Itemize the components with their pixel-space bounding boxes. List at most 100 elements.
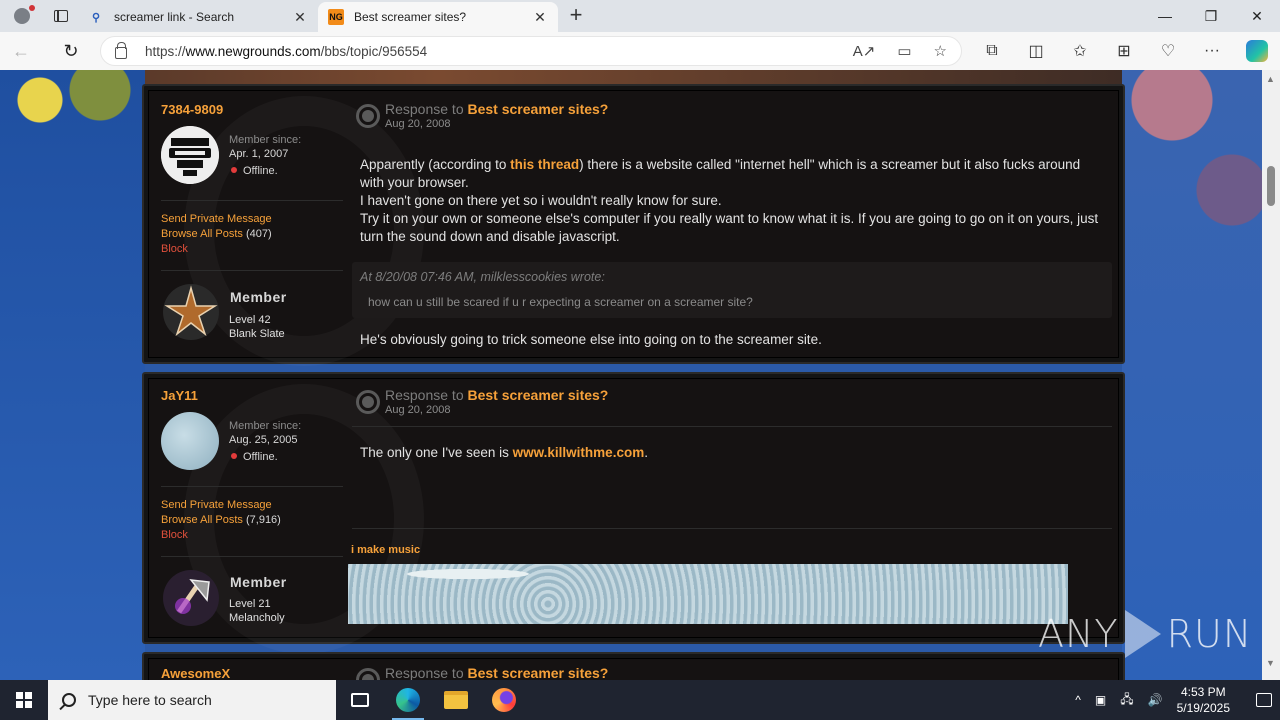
windows-logo-icon xyxy=(16,692,32,708)
tab-title: screamer link - Search xyxy=(114,10,235,24)
edge-icon xyxy=(396,688,420,712)
background-art-left xyxy=(0,70,145,680)
firefox-button[interactable] xyxy=(480,680,528,720)
background-art-top xyxy=(145,70,1122,84)
taskbar: Type here to search ^ ▣ 🖧 🔊 4:53 PM 5/19… xyxy=(0,680,1280,720)
back-button[interactable]: ← xyxy=(0,32,42,70)
avatar[interactable] xyxy=(161,126,219,184)
device-icon[interactable]: ▣ xyxy=(1095,693,1106,707)
forum-post: AwesomeX Response to Best screamer sites… xyxy=(142,652,1125,680)
search-icon: ⚲ xyxy=(91,11,101,24)
profile-button[interactable] xyxy=(0,0,44,32)
rank-label: Member xyxy=(230,574,287,590)
tab-actions-button[interactable] xyxy=(44,0,78,32)
scroll-down-arrow[interactable]: ▼ xyxy=(1266,658,1275,668)
more-options-icon[interactable]: ··· xyxy=(1190,42,1234,60)
post-body-reply: He's obviously going to trick someone el… xyxy=(360,332,822,347)
search-placeholder: Type here to search xyxy=(88,692,212,708)
username-link[interactable]: AwesomeX xyxy=(161,666,230,680)
close-tab-icon[interactable]: ✕ xyxy=(532,9,548,26)
profile-icon xyxy=(14,8,30,24)
response-heading: Response to Best screamer sites? xyxy=(385,665,609,680)
clock-time: 4:53 PM xyxy=(1180,685,1226,699)
network-icon[interactable]: 🖧 xyxy=(1120,690,1133,711)
ng-icon: NG xyxy=(328,9,344,25)
volume-icon[interactable]: 🔊 xyxy=(1148,693,1163,707)
external-link[interactable]: www.killwithme.com xyxy=(513,445,645,460)
file-explorer-button[interactable] xyxy=(432,680,480,720)
signature-text: i make music xyxy=(351,544,421,556)
minimize-button[interactable]: — xyxy=(1142,0,1188,32)
split-screen-icon[interactable]: ◫ xyxy=(1014,41,1058,61)
start-button[interactable] xyxy=(0,680,48,720)
member-since-label: Member since: xyxy=(229,420,302,432)
send-private-message-link[interactable]: Send Private Message xyxy=(161,213,272,225)
rank-starfish-icon xyxy=(161,282,221,342)
extensions-icon[interactable]: ⧉ xyxy=(970,42,1014,60)
scroll-up-arrow[interactable]: ▲ xyxy=(1266,74,1275,84)
performance-icon[interactable]: ♡ xyxy=(1146,41,1190,61)
tab-title: Best screamer sites? xyxy=(354,10,467,24)
favorites-icon[interactable]: ✩ xyxy=(1058,41,1102,61)
signature-image xyxy=(348,564,1068,624)
address-bar[interactable]: https://www.newgrounds.com/bbs/topic/956… xyxy=(100,36,962,66)
close-tab-icon[interactable]: ✕ xyxy=(292,9,308,26)
browse-all-posts-link[interactable]: Browse All Posts (407) xyxy=(161,228,272,240)
copilot-icon[interactable] xyxy=(1246,40,1268,62)
page-scrollbar[interactable]: ▲ ▼ xyxy=(1262,70,1280,680)
new-tab-button[interactable]: + xyxy=(558,0,594,32)
task-view-icon xyxy=(351,693,369,707)
browse-all-posts-link[interactable]: Browse All Posts (7,916) xyxy=(161,514,281,526)
edge-taskbar-button[interactable] xyxy=(384,680,432,720)
close-window-button[interactable]: ✕ xyxy=(1234,0,1280,32)
topic-link[interactable]: Best screamer sites? xyxy=(468,101,609,117)
block-user-link[interactable]: Block xyxy=(161,529,188,541)
post-body: The only one I've seen is www.killwithme… xyxy=(360,445,648,460)
address-bar-row: ← ↻ https://www.newgrounds.com/bbs/topic… xyxy=(0,32,1280,70)
collections-icon[interactable]: ⊞ xyxy=(1102,41,1146,61)
avatar[interactable] xyxy=(161,412,219,470)
tab-search[interactable]: ⚲ screamer link - Search ✕ xyxy=(78,2,318,32)
member-since-date: Aug. 25, 2005 xyxy=(229,434,298,446)
favorite-star-icon[interactable]: ☆ xyxy=(934,42,947,60)
system-clock[interactable]: 4:53 PM 5/19/2025 xyxy=(1177,684,1230,716)
notification-center-icon[interactable] xyxy=(1256,693,1272,707)
url-text[interactable]: https://www.newgrounds.com/bbs/topic/956… xyxy=(145,44,853,59)
forum-post: JaY11 Member since: Aug. 25, 2005 Offlin… xyxy=(142,372,1125,644)
topic-link[interactable]: Best screamer sites? xyxy=(468,387,609,403)
background-art-right xyxy=(1122,70,1262,680)
quote-block: At 8/20/08 07:46 AM, milklesscookies wro… xyxy=(352,262,1112,318)
block-user-link[interactable]: Block xyxy=(161,243,188,255)
refresh-button[interactable]: ↻ xyxy=(50,32,92,70)
lock-icon[interactable] xyxy=(115,42,127,59)
clock-date: 5/19/2025 xyxy=(1176,701,1230,715)
search-icon xyxy=(62,693,76,707)
forum-post: 7384-9809 Member since: Apr. 1, 2007 Off… xyxy=(142,84,1125,364)
response-heading: Response to Best screamer sites? xyxy=(385,101,609,117)
task-view-button[interactable] xyxy=(336,680,384,720)
read-aloud-icon[interactable]: A↗ xyxy=(853,42,876,60)
firefox-icon xyxy=(492,688,516,712)
immersive-reader-icon[interactable]: ▭ xyxy=(897,42,911,60)
restore-button[interactable]: ❐ xyxy=(1188,0,1234,32)
thread-link[interactable]: this thread xyxy=(510,157,579,172)
level-label: Level 21 xyxy=(229,598,271,610)
user-title: Blank Slate xyxy=(229,328,285,340)
member-since-label: Member since: xyxy=(229,134,302,146)
topic-link[interactable]: Best screamer sites? xyxy=(468,665,609,680)
folder-icon xyxy=(444,691,468,709)
rank-label: Member xyxy=(230,289,287,305)
response-icon xyxy=(356,390,380,414)
taskbar-search[interactable]: Type here to search xyxy=(48,680,336,720)
scroll-thumb[interactable] xyxy=(1267,166,1275,206)
play-logo-icon xyxy=(1124,610,1161,658)
send-private-message-link[interactable]: Send Private Message xyxy=(161,499,272,511)
anyrun-watermark: ANY RUN xyxy=(1038,610,1253,658)
quote-header: At 8/20/08 07:46 AM, milklesscookies wro… xyxy=(360,270,605,284)
username-link[interactable]: JaY11 xyxy=(161,388,198,403)
post-date: Aug 20, 2008 xyxy=(385,404,451,416)
tray-chevron-icon[interactable]: ^ xyxy=(1075,693,1081,707)
username-link[interactable]: 7384-9809 xyxy=(161,102,223,117)
tab-actions-icon xyxy=(54,10,68,22)
tab-newgrounds[interactable]: NG Best screamer sites? ✕ xyxy=(318,2,558,32)
